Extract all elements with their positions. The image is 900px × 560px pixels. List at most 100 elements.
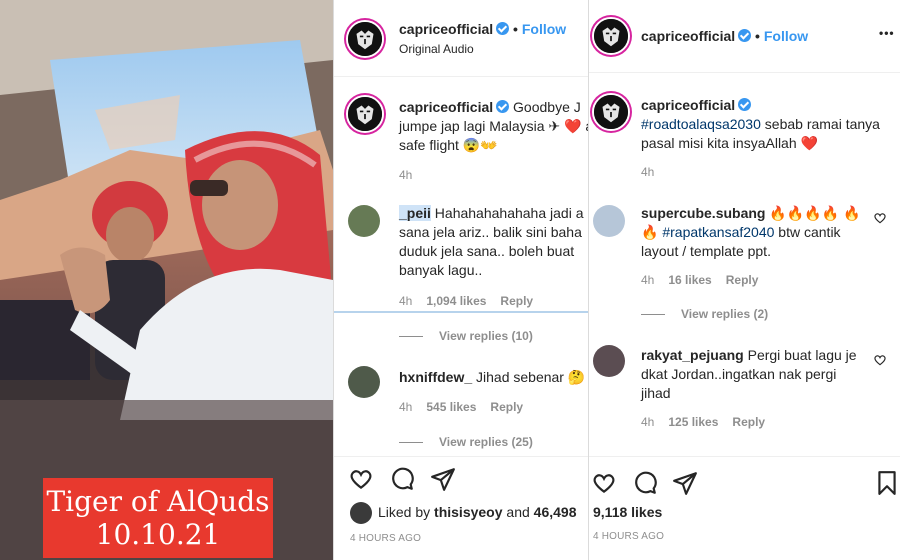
- comment-likes[interactable]: 125 likes: [668, 415, 718, 429]
- video-frame[interactable]: Tiger of AlQuds 10.10.21: [0, 0, 333, 560]
- caption-avatar[interactable]: [346, 95, 384, 133]
- replies-line: [641, 314, 665, 316]
- heart-icon[interactable]: [348, 466, 374, 492]
- separator-dot: •: [755, 28, 760, 44]
- like-comment-heart-icon[interactable]: [873, 211, 887, 225]
- view-replies-button[interactable]: View replies (25): [399, 435, 533, 449]
- tiger-logo-icon: [348, 22, 382, 56]
- heart-icon[interactable]: [591, 470, 617, 496]
- replies-line: [399, 336, 423, 338]
- like-count[interactable]: 9,118 likes: [593, 504, 662, 520]
- reply-button[interactable]: Reply: [726, 273, 759, 287]
- header-username[interactable]: capriceofficial: [399, 21, 493, 37]
- caption-username[interactable]: capriceofficial: [399, 99, 493, 115]
- comment-username[interactable]: rakyat_pejuang: [641, 347, 744, 363]
- comment-hashtag[interactable]: #rapatkansaf2040: [662, 224, 774, 240]
- liked-by-user[interactable]: thisisyeoy: [434, 504, 502, 520]
- liked-by-row: Liked by thisisyeoy and 46,498: [378, 504, 577, 520]
- comments-panel-1: capriceofficial • Follow Original Audio …: [333, 0, 588, 560]
- comment-text: hxniffdew_ Jihad sebenar 🤔: [399, 368, 588, 387]
- post-timestamp[interactable]: 4 HOURS AGO: [350, 533, 421, 544]
- comment-meta: 4h 16 likes Reply: [641, 273, 772, 287]
- bookmark-icon[interactable]: [874, 470, 900, 496]
- comment-icon[interactable]: [632, 470, 658, 496]
- view-replies-label: View replies (10): [439, 329, 533, 343]
- commenter-avatar[interactable]: [348, 205, 380, 237]
- post-timestamp[interactable]: 4 HOURS AGO: [593, 531, 664, 542]
- tiger-logo-icon: [594, 19, 628, 53]
- header-divider: [334, 76, 588, 77]
- view-replies-button[interactable]: View replies (2): [641, 307, 768, 321]
- comment-text: supercube.subang 🔥🔥🔥🔥 🔥🔥 #rapatkansaf204…: [641, 204, 869, 261]
- comment-username[interactable]: supercube.subang: [641, 205, 765, 221]
- actions-divider: [589, 456, 900, 457]
- profile-avatar[interactable]: [346, 20, 384, 58]
- verified-badge-icon: [496, 100, 510, 113]
- more-options-button[interactable]: •••: [879, 26, 895, 40]
- follow-button[interactable]: Follow: [522, 21, 566, 37]
- tiger-logo-icon: [594, 95, 628, 129]
- commenter-avatar[interactable]: [593, 205, 625, 237]
- comment-time: 4h: [641, 415, 655, 429]
- caption-hashtag[interactable]: #roadtoalaqsa2030: [641, 116, 761, 132]
- comment-emoji-line: 🔥🔥🔥🔥: [769, 205, 840, 221]
- comment-text: rakyat_pejuang Pergi buat lagu je dkat J…: [641, 346, 869, 403]
- tiger-logo-icon: [348, 97, 382, 131]
- video-still: [0, 0, 333, 560]
- caption-avatar[interactable]: [592, 93, 630, 131]
- comment-body: Jihad sebenar 🤔: [476, 369, 586, 385]
- reply-button[interactable]: Reply: [500, 294, 533, 308]
- like-count[interactable]: 46,498: [534, 504, 577, 520]
- comment-username[interactable]: _peii: [399, 205, 431, 221]
- comment-likes[interactable]: 1,094 likes: [426, 294, 486, 308]
- separator-dot: •: [513, 21, 518, 37]
- liker-avatar[interactable]: [350, 502, 372, 524]
- comment-likes[interactable]: 16 likes: [668, 273, 711, 287]
- comments-panel-2: capriceofficial • Follow ••• capriceoffi…: [588, 0, 900, 560]
- reply-button[interactable]: Reply: [732, 415, 765, 429]
- follow-button[interactable]: Follow: [764, 28, 808, 44]
- comment-likes[interactable]: 545 likes: [426, 400, 476, 414]
- comment-icon[interactable]: [389, 466, 415, 492]
- like-count-value: 9,118 likes: [593, 504, 663, 520]
- liked-by-prefix: Liked by: [378, 504, 431, 520]
- commenter-avatar[interactable]: [348, 366, 380, 398]
- selection-indicator: [334, 311, 588, 313]
- caption-title: Tiger of AlQuds: [46, 485, 270, 518]
- caption-time: 4h: [641, 165, 655, 179]
- header-username[interactable]: capriceofficial: [641, 28, 735, 44]
- like-comment-heart-icon[interactable]: [873, 353, 887, 367]
- caption-date: 10.10.21: [95, 518, 221, 551]
- comment-text: _peii Hahahahahahaha jadi a sana jela ar…: [399, 204, 588, 280]
- comment-meta: 4h 1,094 likes Reply: [399, 294, 547, 308]
- view-replies-label: View replies (2): [681, 307, 769, 321]
- comment-meta: 4h 545 likes Reply: [399, 400, 537, 414]
- audio-label[interactable]: Original Audio: [399, 42, 474, 56]
- actions-divider: [334, 456, 588, 457]
- liked-by-and: and: [506, 504, 530, 520]
- profile-avatar[interactable]: [592, 17, 630, 55]
- caption-text: capriceofficial #roadtoalaqsa2030 sebab …: [641, 96, 891, 153]
- comment-time: 4h: [641, 273, 655, 287]
- share-icon[interactable]: [672, 470, 698, 496]
- header-username-row: capriceofficial • Follow: [641, 28, 808, 44]
- caption-username[interactable]: capriceofficial: [641, 97, 735, 113]
- header-divider: [589, 72, 900, 73]
- view-replies-label: View replies (25): [439, 435, 533, 449]
- verified-badge-icon: [738, 29, 752, 42]
- verified-badge-icon: [496, 22, 510, 35]
- commenter-avatar[interactable]: [593, 345, 625, 377]
- reply-button[interactable]: Reply: [490, 400, 523, 414]
- caption-text: capriceofficial Goodbye J jumpe jap lagi…: [399, 98, 588, 155]
- caption-time: 4h: [399, 168, 413, 182]
- comment-meta: 4h 125 likes Reply: [641, 415, 779, 429]
- comment-username[interactable]: hxniffdew_: [399, 369, 472, 385]
- verified-badge-icon: [738, 98, 752, 111]
- comment-time: 4h: [399, 400, 413, 414]
- share-icon[interactable]: [430, 466, 456, 492]
- view-replies-button[interactable]: View replies (10): [399, 329, 533, 343]
- replies-line: [399, 442, 423, 444]
- comment-time: 4h: [399, 294, 413, 308]
- video-caption: Tiger of AlQuds 10.10.21: [43, 478, 273, 558]
- header-username-row: capriceofficial • Follow: [399, 21, 566, 37]
